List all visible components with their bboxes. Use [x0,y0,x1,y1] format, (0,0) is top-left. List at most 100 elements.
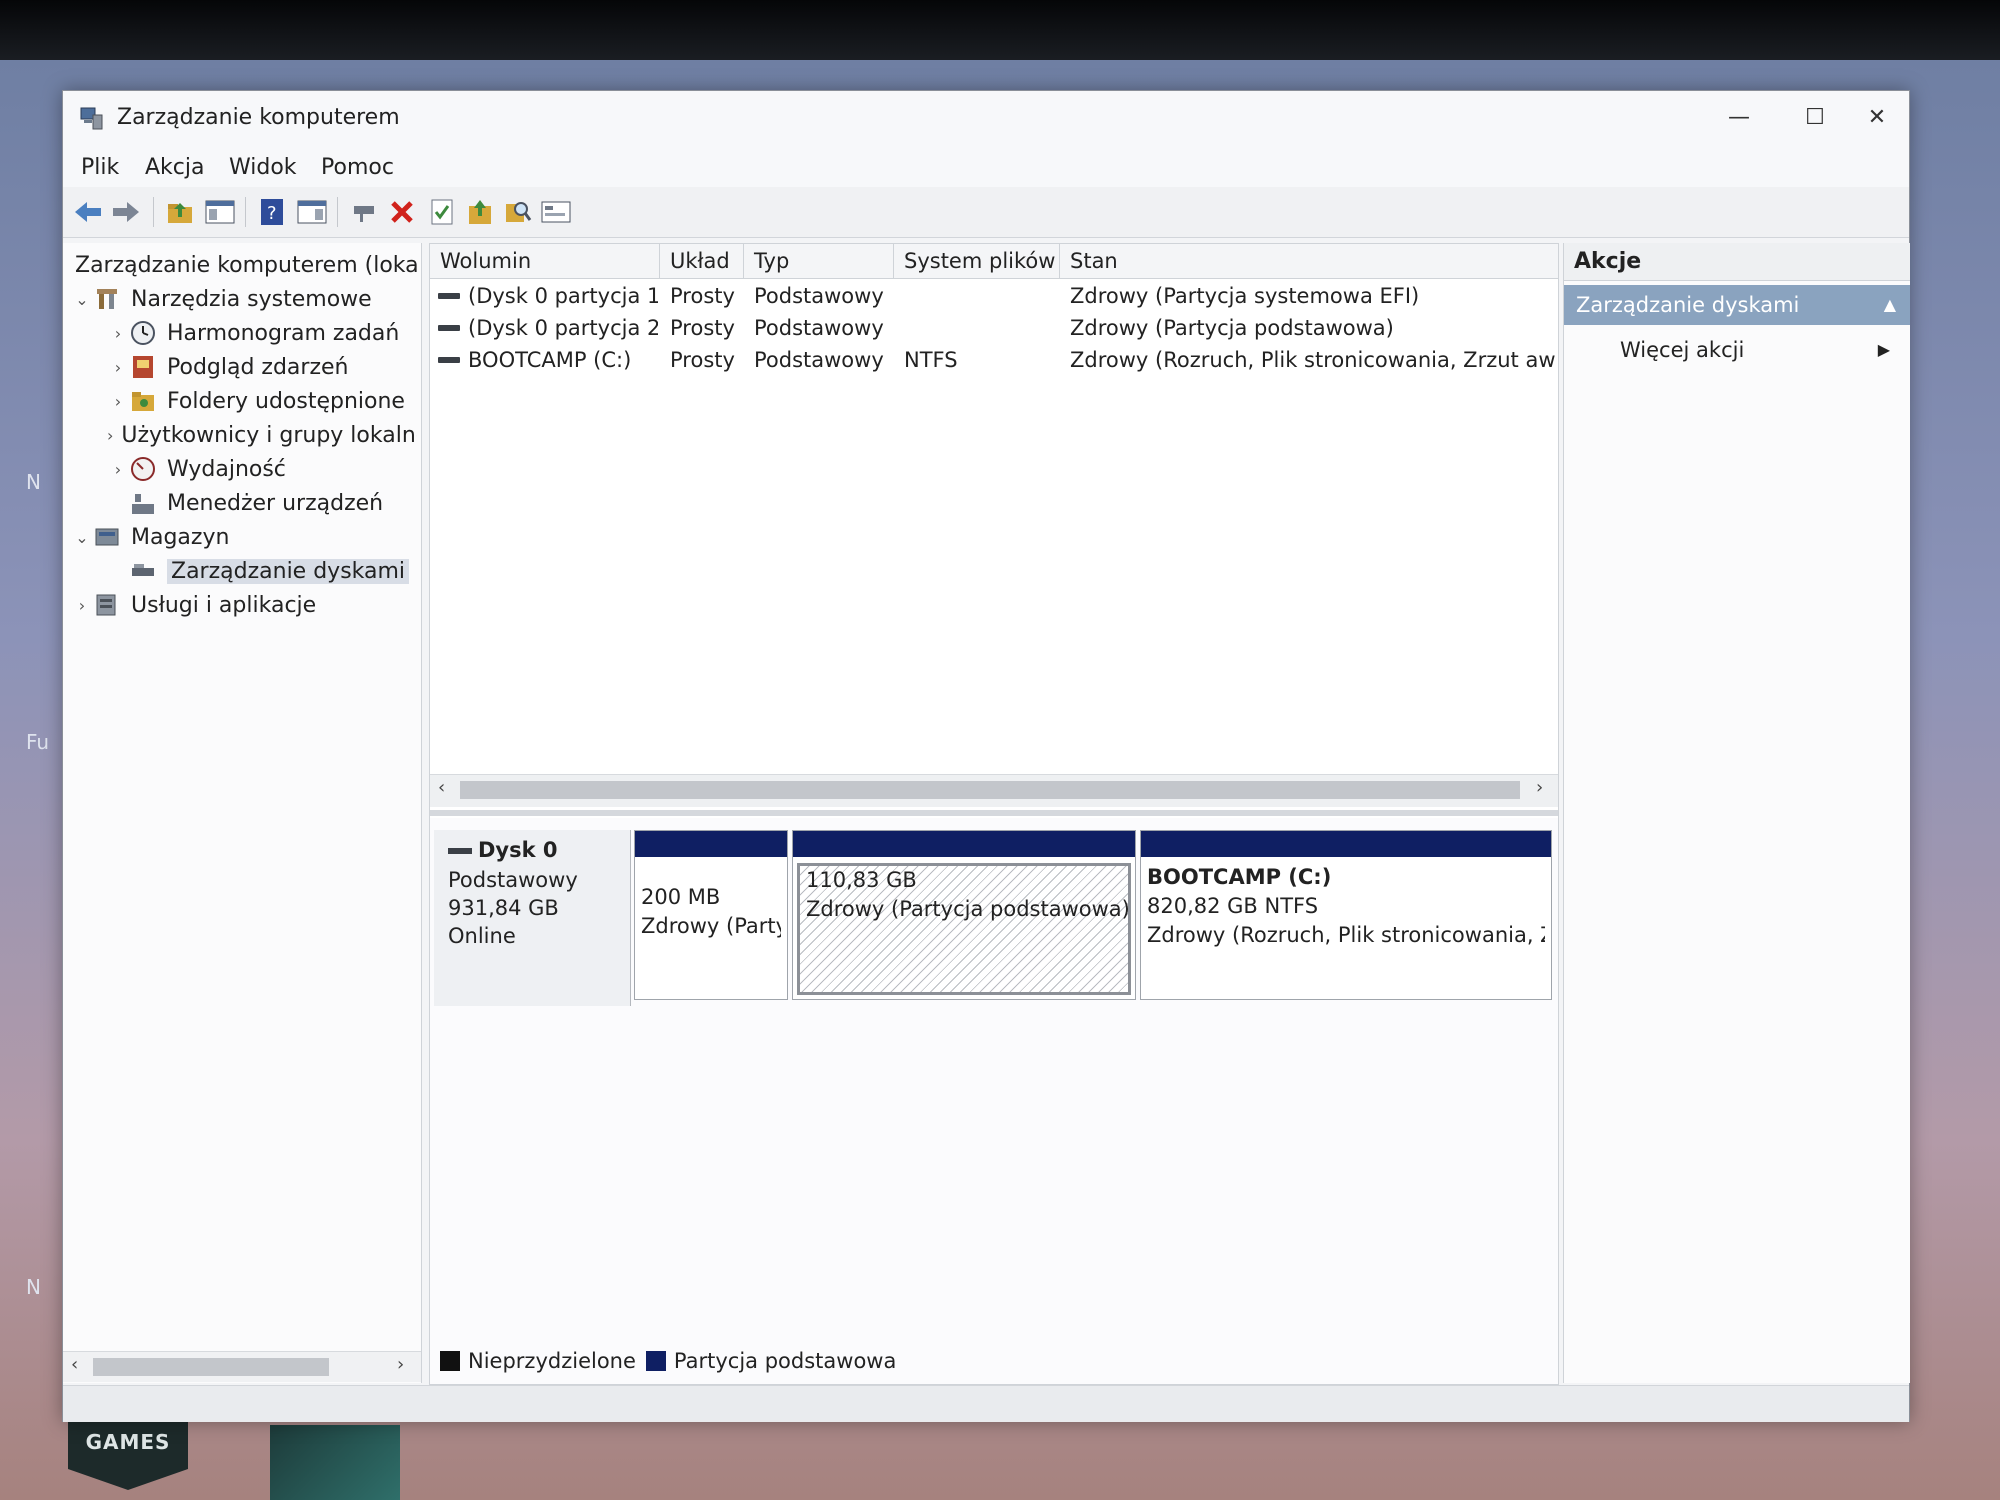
maximize-button[interactable]: ☐ [1785,99,1845,137]
table-row[interactable]: (Dysk 0 partycja 2) Prosty Podstawowy Zd… [430,312,1558,344]
disk-icon [448,848,472,854]
status-bar [63,1385,1909,1422]
volume-icon [438,357,460,363]
partition-status: Zdrowy (Rozruch, Plik stronicowania, Zrz… [1147,923,1545,947]
desktop-top-edge [0,0,2000,60]
actions-section-disk-management[interactable]: Zarządzanie dyskami ▲ [1564,285,1910,325]
disk-management-content: Wolumin Układ Typ System plików Stan (Dy… [429,243,1559,1385]
disk-graphical-view: Dysk 0 Podstawowy 931,84 GB Online 200 M… [430,818,1558,1384]
chevron-down-icon[interactable]: ⌄ [71,290,93,309]
tree-horizontal-scrollbar[interactable]: ‹ › [63,1351,421,1382]
up-folder-icon[interactable] [163,195,197,229]
column-header-status[interactable]: Stan [1060,244,1558,278]
volume-type: Podstawowy [754,348,884,372]
legend-label-primary: Partycja podstawowa [673,1349,897,1373]
partition-name: BOOTCAMP (C:) [1147,865,1332,889]
tree-item-storage[interactable]: ⌄ Magazyn [71,521,417,553]
column-header-type[interactable]: Typ [744,244,894,278]
volume-icon [438,293,460,299]
menu-akcja[interactable]: Akcja [145,155,204,180]
column-header-filesystem[interactable]: System plików [894,244,1060,278]
submenu-arrow-icon: ▶ [1877,340,1890,359]
chevron-down-icon[interactable]: ⌄ [71,528,93,547]
back-icon[interactable] [71,195,105,229]
disk-type: Podstawowy [448,868,578,892]
import-icon[interactable] [463,195,497,229]
tree-item-local-users[interactable]: › Użytkownicy i grupy lokalne [107,419,417,451]
partition-efi[interactable]: 200 MB Zdrowy (Partycja systemowa EFI) [634,830,788,1000]
disk-size: 931,84 GB [448,896,559,920]
menu-plik[interactable]: Plik [81,155,119,180]
actions-section-label: Zarządzanie dyskami [1576,293,1800,317]
tree-item-performance[interactable]: › Wydajność [107,453,417,485]
menu-pomoc[interactable]: Pomoc [321,155,394,180]
tree-item-services-apps[interactable]: › Usługi i aplikacje [71,589,417,621]
volume-type: Podstawowy [754,284,884,308]
table-row[interactable]: BOOTCAMP (C:) Prosty Podstawowy NTFS Zdr… [430,344,1558,376]
connect-icon[interactable] [347,195,381,229]
partition-primary[interactable]: 110,83 GB Zdrowy (Partycja podstawowa) [792,830,1136,1000]
tree-item-shared-folders[interactable]: › Foldery udostępnione [107,385,417,417]
scroll-left-icon[interactable]: ‹ [71,1354,78,1375]
pane-splitter[interactable] [430,810,1558,816]
actions-header: Akcje [1564,243,1910,281]
partition-type-bar [793,831,1135,857]
tree-item-task-scheduler[interactable]: › Harmonogram zadań [107,317,417,349]
scrollbar-thumb[interactable] [93,1358,329,1376]
volume-status: Zdrowy (Partycja systemowa EFI) [1070,284,1420,308]
scroll-right-icon[interactable]: › [397,1354,404,1375]
volume-name: BOOTCAMP (C:) [468,348,632,372]
table-row[interactable]: (Dysk 0 partycja 1) Prosty Podstawowy Zd… [430,280,1558,312]
help-icon[interactable]: ? [255,195,289,229]
more-actions-item[interactable]: Więcej akcji ▶ [1620,331,1896,369]
chevron-right-icon[interactable]: › [107,426,113,445]
legend-swatch-primary [645,1351,666,1371]
chevron-right-icon[interactable]: › [107,392,129,411]
title-bar[interactable]: Zarządzanie komputerem — ☐ ✕ [63,91,1909,147]
chevron-right-icon[interactable]: › [71,596,93,615]
chevron-right-icon[interactable]: › [107,324,129,343]
forward-icon[interactable] [109,195,143,229]
close-button[interactable]: ✕ [1847,99,1907,137]
column-header-layout[interactable]: Układ [660,244,744,278]
chevron-right-icon[interactable]: › [107,358,129,377]
app-desktop-icon[interactable] [270,1425,400,1500]
show-hide-action-pane-icon[interactable] [295,195,329,229]
tree-item-root[interactable]: Zarządzanie komputerem (lokalne) [67,249,417,281]
tree-item-device-manager[interactable]: Menedżer urządzeń [107,487,417,519]
partition-bootcamp[interactable]: BOOTCAMP (C:) 820,82 GB NTFS Zdrowy (Roz… [1140,830,1552,1000]
tree-item-label: Zarządzanie komputerem (lokalne) [75,252,417,278]
properties-icon[interactable] [425,195,459,229]
delete-icon[interactable] [385,195,419,229]
desktop-icon-label: Fu [26,730,50,754]
tree-item-label: Foldery udostępnione [167,388,405,414]
tree-item-event-viewer[interactable]: › Podgląd zdarzeń [107,351,417,383]
shared-folder-icon [132,392,154,411]
scroll-left-icon[interactable]: ‹ [438,777,445,798]
menu-widok[interactable]: Widok [229,155,297,180]
tree-item-system-tools[interactable]: ⌄ Narzędzia systemowe [71,283,417,315]
console-icon[interactable] [539,195,573,229]
search-icon[interactable] [501,195,535,229]
services-icon [96,594,116,616]
legend-swatch-unallocated [440,1351,460,1371]
legend-label-unallocated: Nieprzydzielone [468,1349,636,1373]
show-hide-tree-icon[interactable] [203,195,237,229]
tree-item-disk-management[interactable]: Zarządzanie dyskami [107,555,417,587]
column-header-volume[interactable]: Wolumin [430,244,660,278]
minimize-button[interactable]: — [1709,99,1769,137]
disk-info-panel[interactable]: Dysk 0 Podstawowy 931,84 GB Online [434,830,631,1006]
tools-icon [97,289,117,309]
tree-item-label: Użytkownicy i grupy lokalne [121,422,417,448]
event-viewer-icon [133,356,153,378]
scroll-right-icon[interactable]: › [1536,777,1543,798]
partition-size: 200 MB [641,885,721,909]
collapse-up-icon[interactable]: ▲ [1884,285,1896,325]
volume-list-scrollbar[interactable]: ‹ › [430,774,1558,807]
partition-type-bar [635,831,787,857]
scrollbar-thumb[interactable] [460,781,1520,799]
tree-item-label: Wydajność [167,456,286,482]
chevron-right-icon[interactable]: › [107,460,129,479]
partition-size: 820,82 GB NTFS [1147,894,1319,918]
svg-text:?: ? [267,203,277,224]
